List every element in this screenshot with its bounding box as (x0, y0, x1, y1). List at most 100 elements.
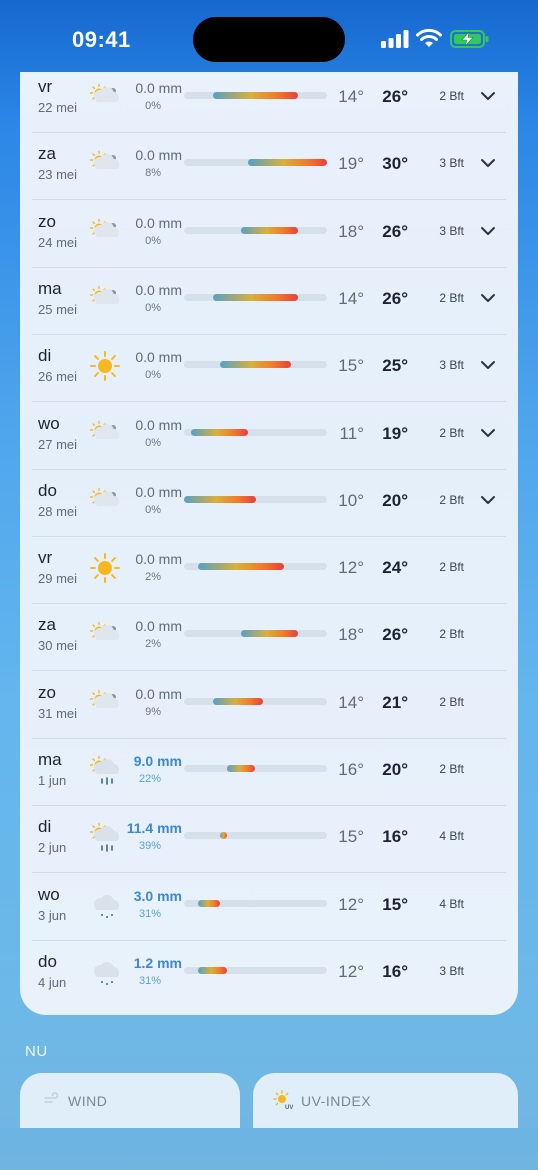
partly-cloudy-icon (89, 420, 119, 439)
day-name: di (38, 817, 52, 837)
wind-force: 3 Bft (439, 156, 464, 171)
partly-cloudy-icon (89, 622, 119, 641)
forecast-row: di 2 jun 11.4 mm 39% 15° 16° 4 Bft (20, 806, 518, 874)
partly-cloudy-icon (89, 83, 119, 103)
wind-force: 3 Bft (439, 963, 464, 978)
uv-sun-icon: UV (273, 1090, 293, 1110)
wind-icon (44, 1092, 59, 1103)
forecast-row[interactable]: za 23 mei 0.0 mm 8% 19° 30° 3 Bft (20, 133, 518, 201)
min-temperature: 14° (338, 288, 364, 308)
min-temperature: 14° (338, 87, 364, 106)
day-date: 29 mei (38, 571, 78, 587)
wind-force: 2 Bft (439, 694, 464, 709)
chevron-down-icon[interactable] (480, 492, 496, 508)
precipitation-amount: 0.0 mm (135, 416, 182, 433)
cloud-rain-icon (94, 961, 119, 985)
partly-cloudy-icon (89, 689, 119, 708)
min-temperature: 15° (338, 356, 364, 376)
temperature-range-fill (241, 226, 299, 234)
chevron-down-icon[interactable] (480, 155, 496, 171)
day-name: ma (38, 278, 62, 298)
precipitation-chance: 39% (138, 840, 161, 853)
temperature-range-fill (219, 832, 227, 840)
max-temperature: 26° (382, 87, 408, 106)
day-name: wo (38, 413, 60, 433)
chevron-down-icon[interactable] (480, 223, 496, 239)
min-temperature: 19° (338, 154, 364, 174)
forecast-row[interactable]: zo 24 mei 0.0 mm 0% 18° 26° 3 Bft (20, 201, 518, 268)
precipitation-amount: 0.0 mm (135, 80, 182, 96)
temperature-range-track (184, 765, 327, 772)
min-temperature: 10° (338, 490, 364, 510)
temperature-range-fill (184, 495, 256, 503)
min-temperature: 18° (338, 221, 364, 241)
forecast-row: za 30 mei 0.0 mm 2% 18° 26° 2 Bft (20, 604, 518, 672)
day-date: 3 jun (38, 907, 67, 923)
temperature-range-track (184, 563, 327, 571)
max-temperature: 20° (382, 490, 408, 510)
forecast-row[interactable]: do 28 mei 0.0 mm 0% 10° 20° 2 Bft (20, 470, 518, 537)
forecast-row[interactable]: ma 25 mei 0.0 mm 0% 14° 26° 2 Bft (20, 268, 518, 335)
max-temperature: 16° (382, 827, 408, 847)
day-name: zo (38, 211, 56, 231)
now-section-label: NU (25, 1043, 48, 1060)
partly-cloudy-icon (89, 285, 119, 305)
daily-forecast-card: vr 22 mei 0.0 mm 0% 14° 26° 2 Bft za 23 … (20, 72, 518, 1015)
temperature-range-track (184, 495, 327, 503)
svg-text:UV: UV (285, 1105, 293, 1110)
uv-widget-title: UV-INDEX (301, 1093, 372, 1109)
precipitation-amount: 0.0 mm (135, 147, 182, 164)
sun-icon (90, 553, 120, 584)
day-date: 28 mei (38, 503, 78, 519)
forecast-row[interactable]: wo 27 mei 0.0 mm 0% 11° 19° 2 Bft (20, 403, 518, 470)
min-temperature: 12° (338, 558, 364, 578)
max-temperature: 24° (382, 558, 408, 578)
wind-force: 4 Bft (439, 829, 464, 844)
day-date: 1 jun (38, 773, 67, 788)
max-temperature: 16° (382, 961, 408, 981)
max-temperature: 26° (382, 288, 408, 308)
forecast-row: wo 3 jun 3.0 mm 31% 12° 15° 4 Bft (20, 874, 518, 941)
precipitation-chance: 9% (145, 705, 161, 718)
precipitation-amount: 1.2 mm (133, 954, 182, 971)
temperature-range-track (184, 92, 327, 99)
partly-cloudy-icon (89, 487, 119, 506)
day-name: za (38, 144, 56, 164)
forecast-row: vr 29 mei 0.0 mm 2% 12° 24° 2 Bft (20, 537, 518, 605)
day-name: vr (38, 548, 53, 568)
precipitation-amount: 0.0 mm (135, 483, 182, 500)
forecast-row[interactable]: di 26 mei 0.0 mm 0% 15° 25° 3 Bft (20, 335, 518, 403)
max-temperature: 26° (382, 625, 408, 645)
precipitation-amount: 3.0 mm (133, 887, 182, 904)
max-temperature: 25° (382, 356, 408, 376)
day-date: 25 mei (38, 301, 78, 317)
chevron-down-icon[interactable] (480, 290, 496, 306)
precipitation-amount: 9.0 mm (133, 753, 182, 769)
precipitation-chance: 22% (138, 773, 161, 785)
wind-force: 2 Bft (439, 560, 464, 575)
day-date: 31 mei (38, 705, 78, 721)
day-date: 4 jun (38, 974, 67, 990)
day-name: vr (38, 77, 53, 96)
chevron-down-icon[interactable] (480, 425, 496, 441)
wifi-icon (416, 28, 442, 47)
precipitation-amount: 0.0 mm (135, 214, 182, 231)
chevron-down-icon[interactable] (480, 88, 496, 104)
forecast-row[interactable]: vr 22 mei 0.0 mm 0% 14° 26° 2 Bft (20, 72, 518, 133)
min-temperature: 14° (338, 692, 364, 712)
precipitation-chance: 0% (145, 234, 161, 247)
chevron-down-icon[interactable] (480, 357, 496, 373)
dynamic-island (193, 17, 345, 62)
day-name: za (38, 615, 56, 635)
sun-icon (90, 351, 120, 382)
precipitation-amount: 0.0 mm (135, 349, 182, 366)
wind-force: 3 Bft (439, 358, 464, 373)
day-name: wo (38, 884, 60, 904)
temperature-range-fill (219, 361, 292, 369)
temperature-range-fill (191, 428, 249, 436)
forecast-row: ma 1 jun 9.0 mm 22% 16° 20° 2 Bft (20, 739, 518, 806)
wind-force: 2 Bft (439, 492, 464, 507)
day-date: 27 mei (38, 436, 78, 452)
precipitation-chance: 0% (145, 503, 161, 516)
temperature-range-track (184, 630, 327, 638)
